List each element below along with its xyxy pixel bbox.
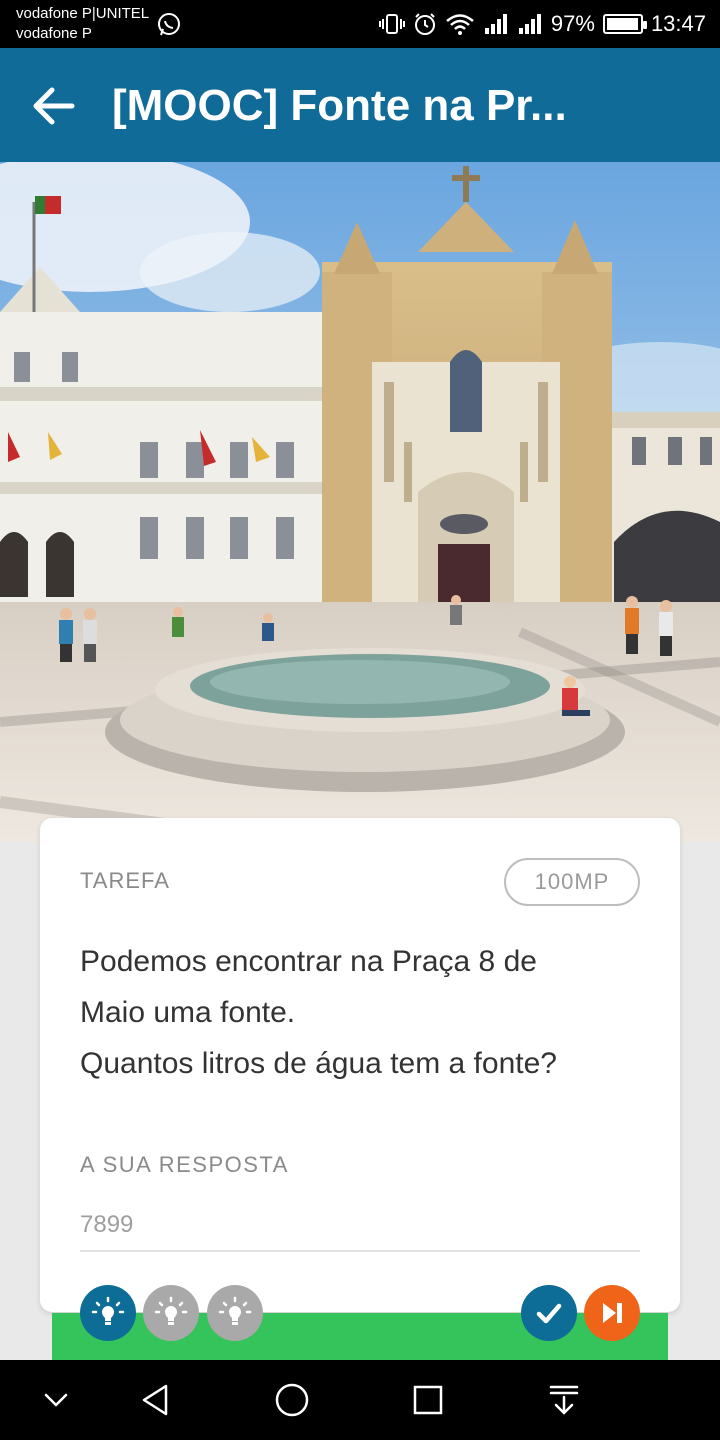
clock: 13:47 [650, 11, 706, 36]
points-badge: 100MP [504, 858, 640, 906]
app-bar: [MOOC] Fonte na Pr... [0, 48, 720, 162]
question-line: Podemos encontrar na Praça 8 de [80, 945, 537, 978]
hint-3-button[interactable] [207, 1285, 263, 1341]
skip-button[interactable] [584, 1285, 640, 1341]
nav-hide-button[interactable] [34, 1378, 78, 1422]
signal-icon [518, 14, 541, 34]
check-icon [536, 1303, 562, 1324]
nav-back-button[interactable] [134, 1378, 178, 1422]
hint-1-button[interactable] [80, 1285, 136, 1341]
battery-icon [602, 14, 647, 34]
lightbulb-icon [218, 1296, 252, 1325]
alarm-icon [414, 13, 435, 35]
battery-percent: 97% [550, 11, 595, 36]
hero-image [0, 162, 720, 842]
submit-answer-button[interactable] [521, 1285, 577, 1341]
battery-fill [606, 18, 638, 30]
status-bar: vodafone P|UNITEL vodafone P 97% 13:47 [0, 0, 720, 48]
nav-recents-button[interactable] [406, 1378, 450, 1422]
hint-2-button[interactable] [143, 1285, 199, 1341]
nav-home-button[interactable] [270, 1378, 314, 1422]
answer-label: A SUA RESPOSTA [80, 1152, 289, 1177]
carrier-info: vodafone P|UNITEL vodafone P [16, 4, 149, 44]
status-icons: 97% 13:47 [378, 8, 706, 40]
skip-next-icon [603, 1303, 622, 1323]
wifi-icon [446, 14, 474, 35]
lightbulb-icon [91, 1296, 125, 1325]
answer-input[interactable] [80, 1200, 640, 1252]
question-line: Quantos litros de água tem a fonte? [80, 1047, 557, 1080]
system-nav-bar [0, 1360, 720, 1440]
chevron-down-icon [44, 1393, 68, 1407]
vibrate-icon [378, 14, 405, 34]
page-title: [MOOC] Fonte na Pr... [112, 81, 567, 130]
task-card: TAREFA 100MP Podemos encontrar na Praça … [40, 818, 680, 1312]
back-triangle-icon [142, 1384, 168, 1416]
church-square-illustration [0, 162, 720, 842]
arrow-left-icon[interactable] [26, 78, 82, 134]
carrier-2: vodafone P [16, 25, 92, 42]
lightbulb-icon [154, 1296, 188, 1325]
question-line: Maio uma fonte. [80, 996, 296, 1029]
carrier-1: vodafone P|UNITEL [16, 5, 150, 22]
signal-icon [484, 14, 507, 34]
whatsapp-icon [158, 13, 180, 36]
recents-square-icon [413, 1385, 443, 1415]
question-text: Podemos encontrar na Praça 8 de Maio uma… [80, 936, 640, 1089]
nav-notifications-button[interactable] [542, 1378, 586, 1422]
task-label: TAREFA [80, 868, 170, 893]
notification-down-icon [549, 1385, 579, 1415]
home-circle-icon [275, 1383, 309, 1417]
